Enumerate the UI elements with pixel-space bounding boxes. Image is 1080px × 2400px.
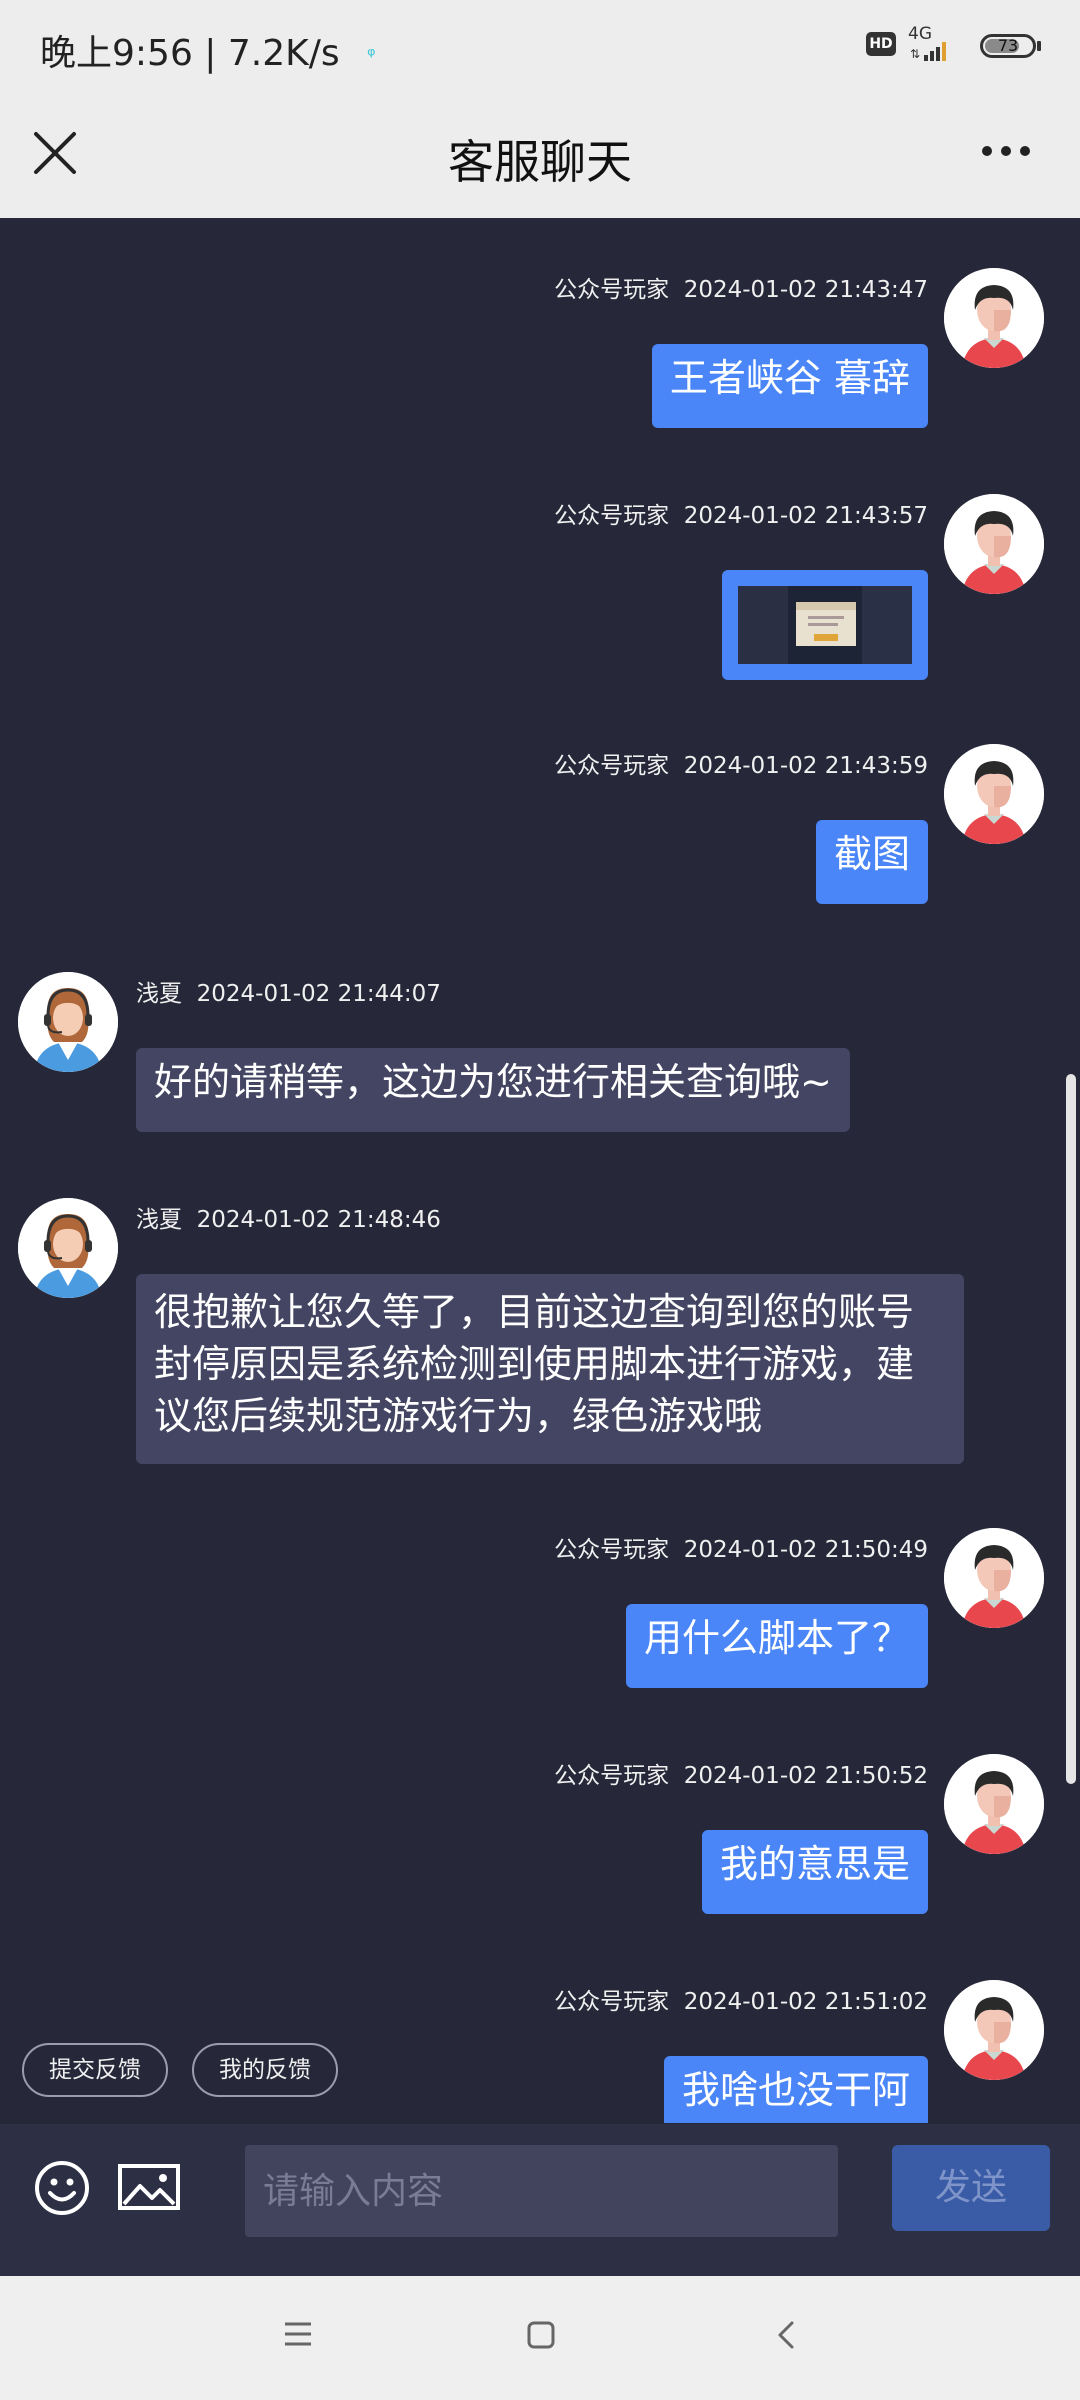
message-line: 议您后续规范游戏行为，绿色游戏哦: [154, 1394, 763, 1438]
menu-icon[interactable]: [283, 2320, 313, 2348]
user-avatar-icon: [944, 1980, 1044, 2080]
user-message-bubble[interactable]: 我的意思是: [701, 1830, 928, 1914]
user-avatar[interactable]: [944, 268, 1044, 368]
message-meta: 公众号玩家 2024-01-02 21:51:02: [554, 1982, 928, 2016]
agent-message-bubble[interactable]: 好的请稍等，这边为您进行相关查询哦~: [136, 1048, 850, 1132]
message-line: 封停原因是系统检测到使用脚本进行游戏，建: [154, 1342, 915, 1386]
user-avatar[interactable]: [944, 1754, 1044, 1854]
message-time: 2024-01-02 21:44:07: [196, 981, 441, 1007]
more-dots-icon[interactable]: [980, 144, 1032, 158]
user-avatar[interactable]: [944, 1980, 1044, 2080]
message-meta: 公众号玩家 2024-01-02 21:50:52: [554, 1756, 928, 1790]
signal-icon: ⇅: [910, 42, 946, 61]
screenshot-image-icon: [738, 586, 912, 664]
status-net-speed: 7.2K/s: [227, 33, 340, 74]
battery-level: 73: [997, 36, 1019, 55]
message-time: 2024-01-02 21:50:52: [683, 1763, 928, 1789]
user-avatar-icon: [944, 1754, 1044, 1854]
sender-name: 公众号玩家: [554, 277, 670, 303]
agent-avatar[interactable]: [18, 1198, 118, 1298]
chat-area[interactable]: 公众号玩家 2024-01-02 21:43:47 王者峡谷 暮辞 公众号玩家 …: [0, 218, 1080, 2123]
message-meta: 公众号玩家 2024-01-02 21:43:59: [554, 746, 928, 780]
user-message-bubble[interactable]: 用什么脚本了？: [625, 1604, 928, 1688]
user-avatar-icon: [944, 494, 1044, 594]
message-time: 2024-01-02 21:51:02: [683, 1989, 928, 2015]
user-message-bubble[interactable]: 王者峡谷 暮辞: [651, 344, 928, 428]
system-nav-bar: [0, 2276, 1080, 2400]
user-avatar[interactable]: [944, 744, 1044, 844]
header: 客服聊天: [0, 92, 1080, 218]
agent-avatar-icon: [18, 1198, 118, 1298]
agent-message-bubble[interactable]: 很抱歉让您久等了，目前这边查询到您的账号 封停原因是系统检测到使用脚本进行游戏，…: [136, 1274, 964, 1464]
message-time: 2024-01-02 21:50:49: [683, 1537, 928, 1563]
user-avatar[interactable]: [944, 494, 1044, 594]
message-time: 2024-01-02 21:48:46: [196, 1207, 441, 1233]
hd-badge: HD: [866, 32, 896, 56]
agent-avatar-icon: [18, 972, 118, 1072]
message-line: 很抱歉让您久等了，目前这边查询到您的账号: [154, 1290, 915, 1334]
message-time: 2024-01-02 21:43:57: [683, 503, 928, 529]
status-time: 晚上9:56: [40, 33, 193, 74]
svg-text:⇅: ⇅: [910, 47, 920, 61]
sender-name: 浅夏: [136, 1207, 182, 1233]
user-message-bubble[interactable]: 我啥也没干阿: [663, 2056, 928, 2123]
picture-icon[interactable]: [118, 2164, 180, 2210]
user-message-bubble[interactable]: 截图: [815, 820, 928, 904]
message-time: 2024-01-02 21:43:47: [683, 277, 928, 303]
back-chevron-icon[interactable]: [776, 2320, 796, 2350]
user-avatar-icon: [944, 744, 1044, 844]
user-image-message[interactable]: [722, 570, 928, 680]
message-meta: 公众号玩家 2024-01-02 21:43:57: [554, 496, 928, 530]
page-title: 客服聊天: [448, 135, 632, 189]
message-meta: 公众号玩家 2024-01-02 21:50:49: [554, 1530, 928, 1564]
sender-name: 公众号玩家: [554, 753, 670, 779]
chat-scrollbar[interactable]: [1066, 1074, 1076, 1784]
emoji-icon[interactable]: [34, 2160, 90, 2216]
status-time-speed: 晚上9:56 | 7.2K/s ᵠ: [40, 24, 375, 76]
user-avatar-icon: [944, 268, 1044, 368]
message-meta: 浅夏 2024-01-02 21:48:46: [136, 1200, 441, 1234]
send-button[interactable]: 发送: [892, 2145, 1050, 2231]
home-square-icon[interactable]: [526, 2320, 556, 2350]
message-time: 2024-01-02 21:43:59: [683, 753, 928, 779]
status-separator: |: [204, 33, 217, 74]
message-meta: 浅夏 2024-01-02 21:44:07: [136, 974, 441, 1008]
battery-icon: 73: [980, 34, 1036, 58]
notification-icon: ᵠ: [367, 43, 376, 67]
input-bar: 发送: [0, 2124, 1080, 2276]
battery-tip: [1037, 41, 1041, 51]
sender-name: 公众号玩家: [554, 503, 670, 529]
sender-name: 公众号玩家: [554, 1989, 670, 2015]
sender-name: 公众号玩家: [554, 1537, 670, 1563]
screenshot-thumbnail[interactable]: [738, 586, 912, 664]
status-bar: 晚上9:56 | 7.2K/s ᵠ HD 4G ⇅ 73: [0, 0, 1080, 92]
sender-name: 浅夏: [136, 981, 182, 1007]
user-avatar[interactable]: [944, 1528, 1044, 1628]
message-meta: 公众号玩家 2024-01-02 21:43:47: [554, 270, 928, 304]
message-input[interactable]: [245, 2145, 838, 2237]
my-feedback-button[interactable]: 我的反馈: [192, 2043, 338, 2097]
submit-feedback-button[interactable]: 提交反馈: [22, 2043, 168, 2097]
agent-avatar[interactable]: [18, 972, 118, 1072]
sender-name: 公众号玩家: [554, 1763, 670, 1789]
user-avatar-icon: [944, 1528, 1044, 1628]
